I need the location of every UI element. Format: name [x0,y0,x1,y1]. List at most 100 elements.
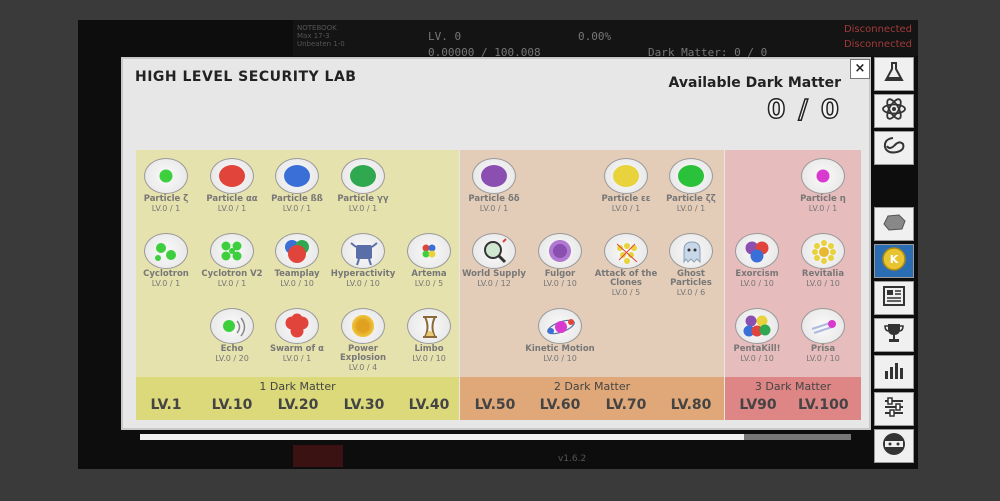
upgrade-level: LV.0 / 1 [282,204,312,213]
upgrade-name: Kinetic Motion [525,344,595,354]
upgrade-name: World Supply [462,269,526,279]
upgrade-name: Artema [411,269,447,279]
upgrade-level: LV.0 / 6 [676,288,706,297]
upgrade-particle-eta[interactable]: Particle η LV.0 / 1 [788,158,858,213]
prisa-icon [801,308,845,344]
upgrade-particle-alpha[interactable]: Particle αα LV.0 / 1 [197,158,267,213]
tier-level: LV90 [739,397,777,413]
magnifier-icon [472,233,516,269]
status-disconnected-1: Disconnected [843,24,912,35]
ghost-icon [669,233,713,269]
player-info: NOTEBOOK Max 17-3 Unbeaten 1-0 [297,24,345,48]
upgrade-level: LV.0 / 4 [348,363,378,372]
echo-icon [210,308,254,344]
status-disconnected-2: Disconnected [843,39,912,50]
upgrade-particle-beta[interactable]: Particle ßß LV.0 / 1 [262,158,332,213]
upgrade-name: Particle γγ [337,194,389,204]
fulgor-icon [538,233,582,269]
upgrade-name: Power Explosion [340,344,386,363]
trophy-button[interactable] [874,318,914,352]
stats-button[interactable] [874,355,914,389]
available-dark-matter-value: 0 / 0 [766,94,841,126]
lab-button[interactable] [874,57,914,91]
atom-button[interactable] [874,94,914,128]
upgrade-pentakill[interactable]: PentaKill! LV.0 / 10 [722,308,792,363]
upgrade-level: LV.0 / 5 [414,279,444,288]
tier-cost: 1 Dark Matter [259,380,336,393]
clones-icon [604,233,648,269]
particle-zeta-icon [144,158,188,194]
upgrade-name: Prisa [810,344,836,354]
upgrade-level: LV.0 / 10 [740,354,774,363]
upgrade-level: LV.0 / 1 [808,204,838,213]
close-button[interactable]: × [850,59,870,79]
upgrade-name: Particle εε [601,194,651,204]
upgrade-swarm-of-alpha[interactable]: Swarm of α LV.0 / 1 [262,308,332,363]
upgrade-cyclotron[interactable]: Cyclotron LV.0 / 1 [131,233,201,288]
tier-level: LV.1 [150,397,182,413]
tier-level: LV.100 [798,397,849,413]
upgrade-revitalia[interactable]: Revitalia LV.0 / 10 [788,233,858,288]
upgrade-kinetic-motion[interactable]: Kinetic Motion LV.0 / 10 [525,308,595,363]
upgrade-particle-gamma[interactable]: Particle γγ LV.0 / 1 [328,158,398,213]
upgrade-prisa[interactable]: Prisa LV.0 / 10 [788,308,858,363]
hourglass-icon [407,308,451,344]
news-button[interactable] [874,281,914,315]
news-icon [882,285,906,311]
upgrade-teamplay[interactable]: Teamplay LV.0 / 10 [262,233,332,288]
tier-2-footer: 2 Dark Matter LV.50 LV.60 LV.70 LV.80 [460,377,724,420]
upgrade-particle-delta[interactable]: Particle δδ LV.0 / 1 [459,158,529,213]
upgrade-particle-zetazeta[interactable]: Particle ζζ LV.0 / 1 [656,158,726,213]
galaxy-icon [881,134,907,162]
particle-alpha-icon [210,158,254,194]
revitalia-icon [801,233,845,269]
tier-cost: 2 Dark Matter [553,380,631,393]
upgrade-level: LV.0 / 1 [151,279,181,288]
upgrade-level: LV.0 / 10 [806,354,840,363]
upgrade-hyperactivity[interactable]: Hyperactivity LV.0 / 10 [328,233,398,288]
security-lab-dialog: HIGH LEVEL SECURITY LAB × Available Dark… [121,57,871,430]
tier-level: LV.40 [408,397,450,413]
particle-delta-icon [472,158,516,194]
upgrade-name: Revitalia [801,269,845,279]
upgrade-level: LV.0 / 10 [412,354,446,363]
upgrade-fulgor[interactable]: Fulgor LV.0 / 10 [525,233,595,288]
upgrade-level: LV.0 / 1 [282,354,312,363]
trophy-icon [882,321,906,349]
exorcism-icon [735,233,779,269]
upgrade-particle-epsilon[interactable]: Particle εε LV.0 / 1 [591,158,661,213]
upgrade-power-explosion[interactable]: Power Explosion LV.0 / 4 [328,308,398,372]
rock-button[interactable] [874,207,914,241]
upgrade-name: PentaKill! [733,344,781,354]
game-bottom-element [293,445,343,467]
upgrade-level: LV.0 / 10 [280,279,314,288]
settings-button[interactable] [874,392,914,426]
upgrade-name: Particle η [800,194,846,204]
ninja-icon [881,431,907,461]
tier-level: LV.10 [211,397,253,413]
upgrade-artema[interactable]: Artema LV.0 / 5 [394,233,464,288]
particle-eta-icon [801,158,845,194]
upgrade-limbo[interactable]: Limbo LV.0 / 10 [394,308,464,363]
upgrade-particle-zeta[interactable]: Particle ζ LV.0 / 1 [131,158,201,213]
cyclotron-v2-icon [210,233,254,269]
coin-button[interactable]: K [874,244,914,278]
upgrade-level: LV.0 / 10 [543,354,577,363]
player-info-line: NOTEBOOK [297,24,337,32]
upgrade-name: Cyclotron V2 [201,269,263,279]
hud-bar: NOTEBOOK Max 17-3 Unbeaten 1-0 LV. 0 0.0… [293,20,918,59]
particle-gamma-icon [341,158,385,194]
galaxy-button[interactable] [874,131,914,165]
pentakill-icon [735,308,779,344]
upgrade-echo[interactable]: Echo LV.0 / 20 [197,308,267,363]
particle-beta-icon [275,158,319,194]
upgrade-ghost-particles[interactable]: Ghost Particles LV.0 / 6 [656,233,726,297]
upgrade-name: Ghost Particles [670,269,712,288]
upgrade-exorcism[interactable]: Exorcism LV.0 / 10 [722,233,792,288]
upgrade-cyclotron-v2[interactable]: Cyclotron V2 LV.0 / 1 [197,233,267,288]
swarm-of-alpha-icon [275,308,319,344]
player-info-line: Unbeaten 1-0 [297,40,345,48]
upgrade-attack-of-the-clones[interactable]: Attack of the Clones LV.0 / 5 [591,233,661,297]
profile-button[interactable] [874,429,914,463]
upgrade-world-supply[interactable]: World Supply LV.0 / 12 [459,233,529,288]
